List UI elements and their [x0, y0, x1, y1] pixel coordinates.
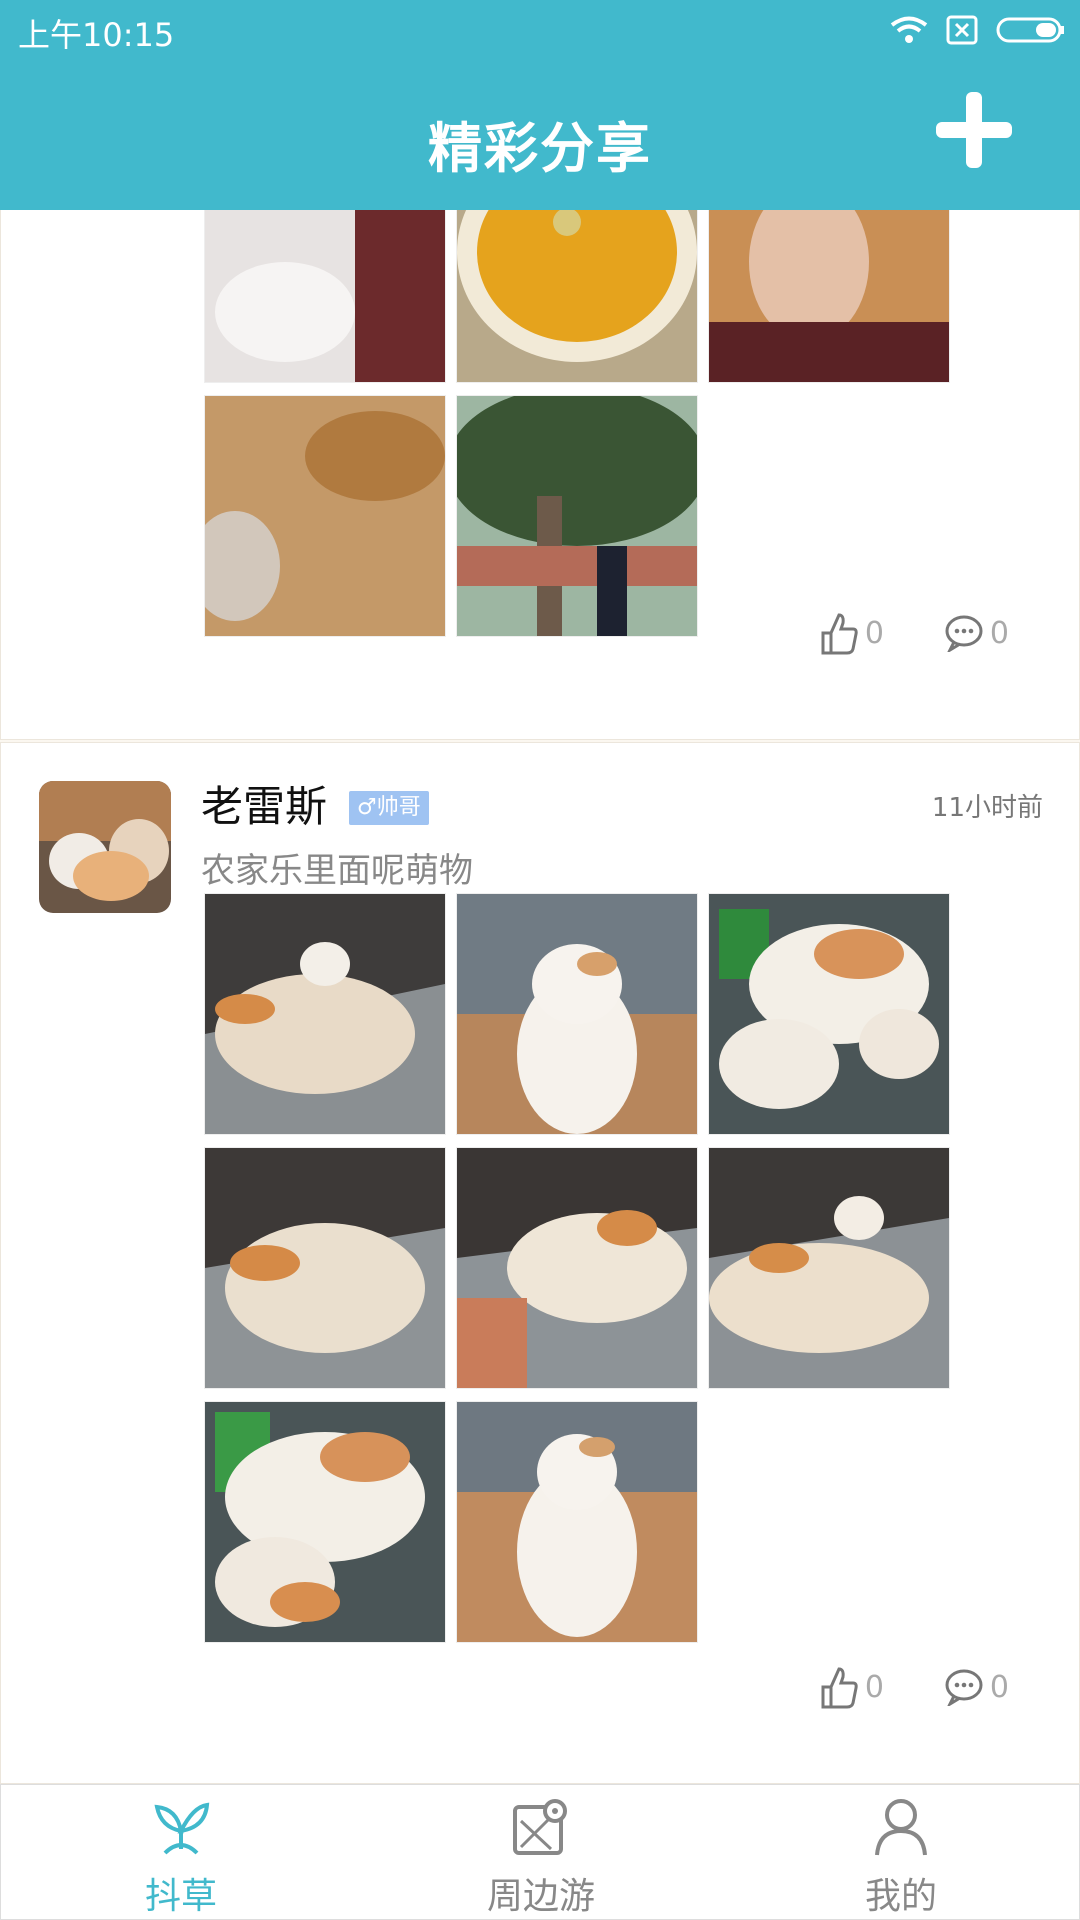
photo-thumb[interactable]	[456, 1147, 698, 1389]
user-icon	[875, 1799, 927, 1856]
like-button[interactable]: 0	[819, 611, 884, 655]
photo-grid	[204, 893, 950, 1643]
post-card: 0 0	[0, 210, 1080, 740]
photo-thumb[interactable]	[456, 210, 698, 383]
photo-thumb[interactable]	[204, 893, 446, 1135]
photo-thumb[interactable]	[204, 1147, 446, 1389]
nav-item-douchao[interactable]: 抖草	[81, 1785, 281, 1919]
bottom-nav: 抖草 周边游 我的	[0, 1784, 1080, 1920]
like-button[interactable]: 0	[819, 1665, 884, 1709]
post-card: 老雷斯 ♂帅哥 11小时前 农家乐里面呢萌物 0 0	[0, 742, 1080, 1784]
thumbs-up-icon	[821, 1667, 858, 1709]
comment-icon	[945, 1669, 983, 1706]
avatar[interactable]	[39, 781, 171, 913]
like-count: 0	[864, 615, 884, 651]
comment-button[interactable]: 0	[944, 1668, 1009, 1706]
page-title: 精彩分享	[428, 117, 652, 180]
photo-thumb[interactable]	[456, 1401, 698, 1643]
feed[interactable]: 0 0 老雷斯 ♂帅哥 11小时前 农家乐里面呢萌物 0 0	[0, 210, 1080, 1784]
nav-label: 抖草	[144, 1876, 217, 1917]
comment-icon	[945, 615, 983, 652]
photo-thumb[interactable]	[456, 395, 698, 637]
photo-thumb[interactable]	[708, 1147, 950, 1389]
no-sim-icon	[946, 15, 978, 45]
photo-thumb[interactable]	[204, 210, 446, 383]
photo-thumb[interactable]	[708, 893, 950, 1135]
gender-badge: ♂帅哥	[349, 791, 429, 825]
photo-grid	[204, 210, 950, 637]
post-time: 11小时前	[931, 793, 1043, 823]
like-count: 0	[864, 1669, 884, 1705]
nav-item-nearby[interactable]: 周边游	[441, 1785, 641, 1919]
wifi-icon	[890, 16, 928, 43]
photo-thumb[interactable]	[204, 395, 446, 637]
nav-item-mine[interactable]: 我的	[801, 1785, 1001, 1919]
status-time: 上午10:15	[18, 16, 175, 54]
post-actions: 0 0	[819, 611, 1009, 655]
status-bar: 上午10:15	[0, 0, 1080, 60]
comment-count: 0	[989, 615, 1009, 651]
nav-label: 周边游	[486, 1876, 595, 1917]
photo-thumb[interactable]	[204, 1401, 446, 1643]
sprout-icon	[154, 1802, 210, 1855]
comment-count: 0	[989, 1669, 1009, 1705]
nav-label: 我的	[864, 1876, 937, 1917]
post-text: 农家乐里面呢萌物	[201, 851, 473, 891]
map-pin-icon	[513, 1799, 567, 1855]
comment-button[interactable]: 0	[944, 614, 1009, 652]
status-icons	[890, 14, 1066, 46]
app-header: 精彩分享	[0, 60, 1080, 210]
post-actions: 0 0	[819, 1665, 1009, 1709]
photo-thumb[interactable]	[456, 893, 698, 1135]
user-name[interactable]: 老雷斯	[201, 773, 327, 834]
battery-icon	[996, 17, 1064, 43]
add-post-button[interactable]	[936, 92, 1012, 168]
photo-thumb[interactable]	[708, 210, 950, 383]
thumbs-up-icon	[821, 613, 858, 655]
